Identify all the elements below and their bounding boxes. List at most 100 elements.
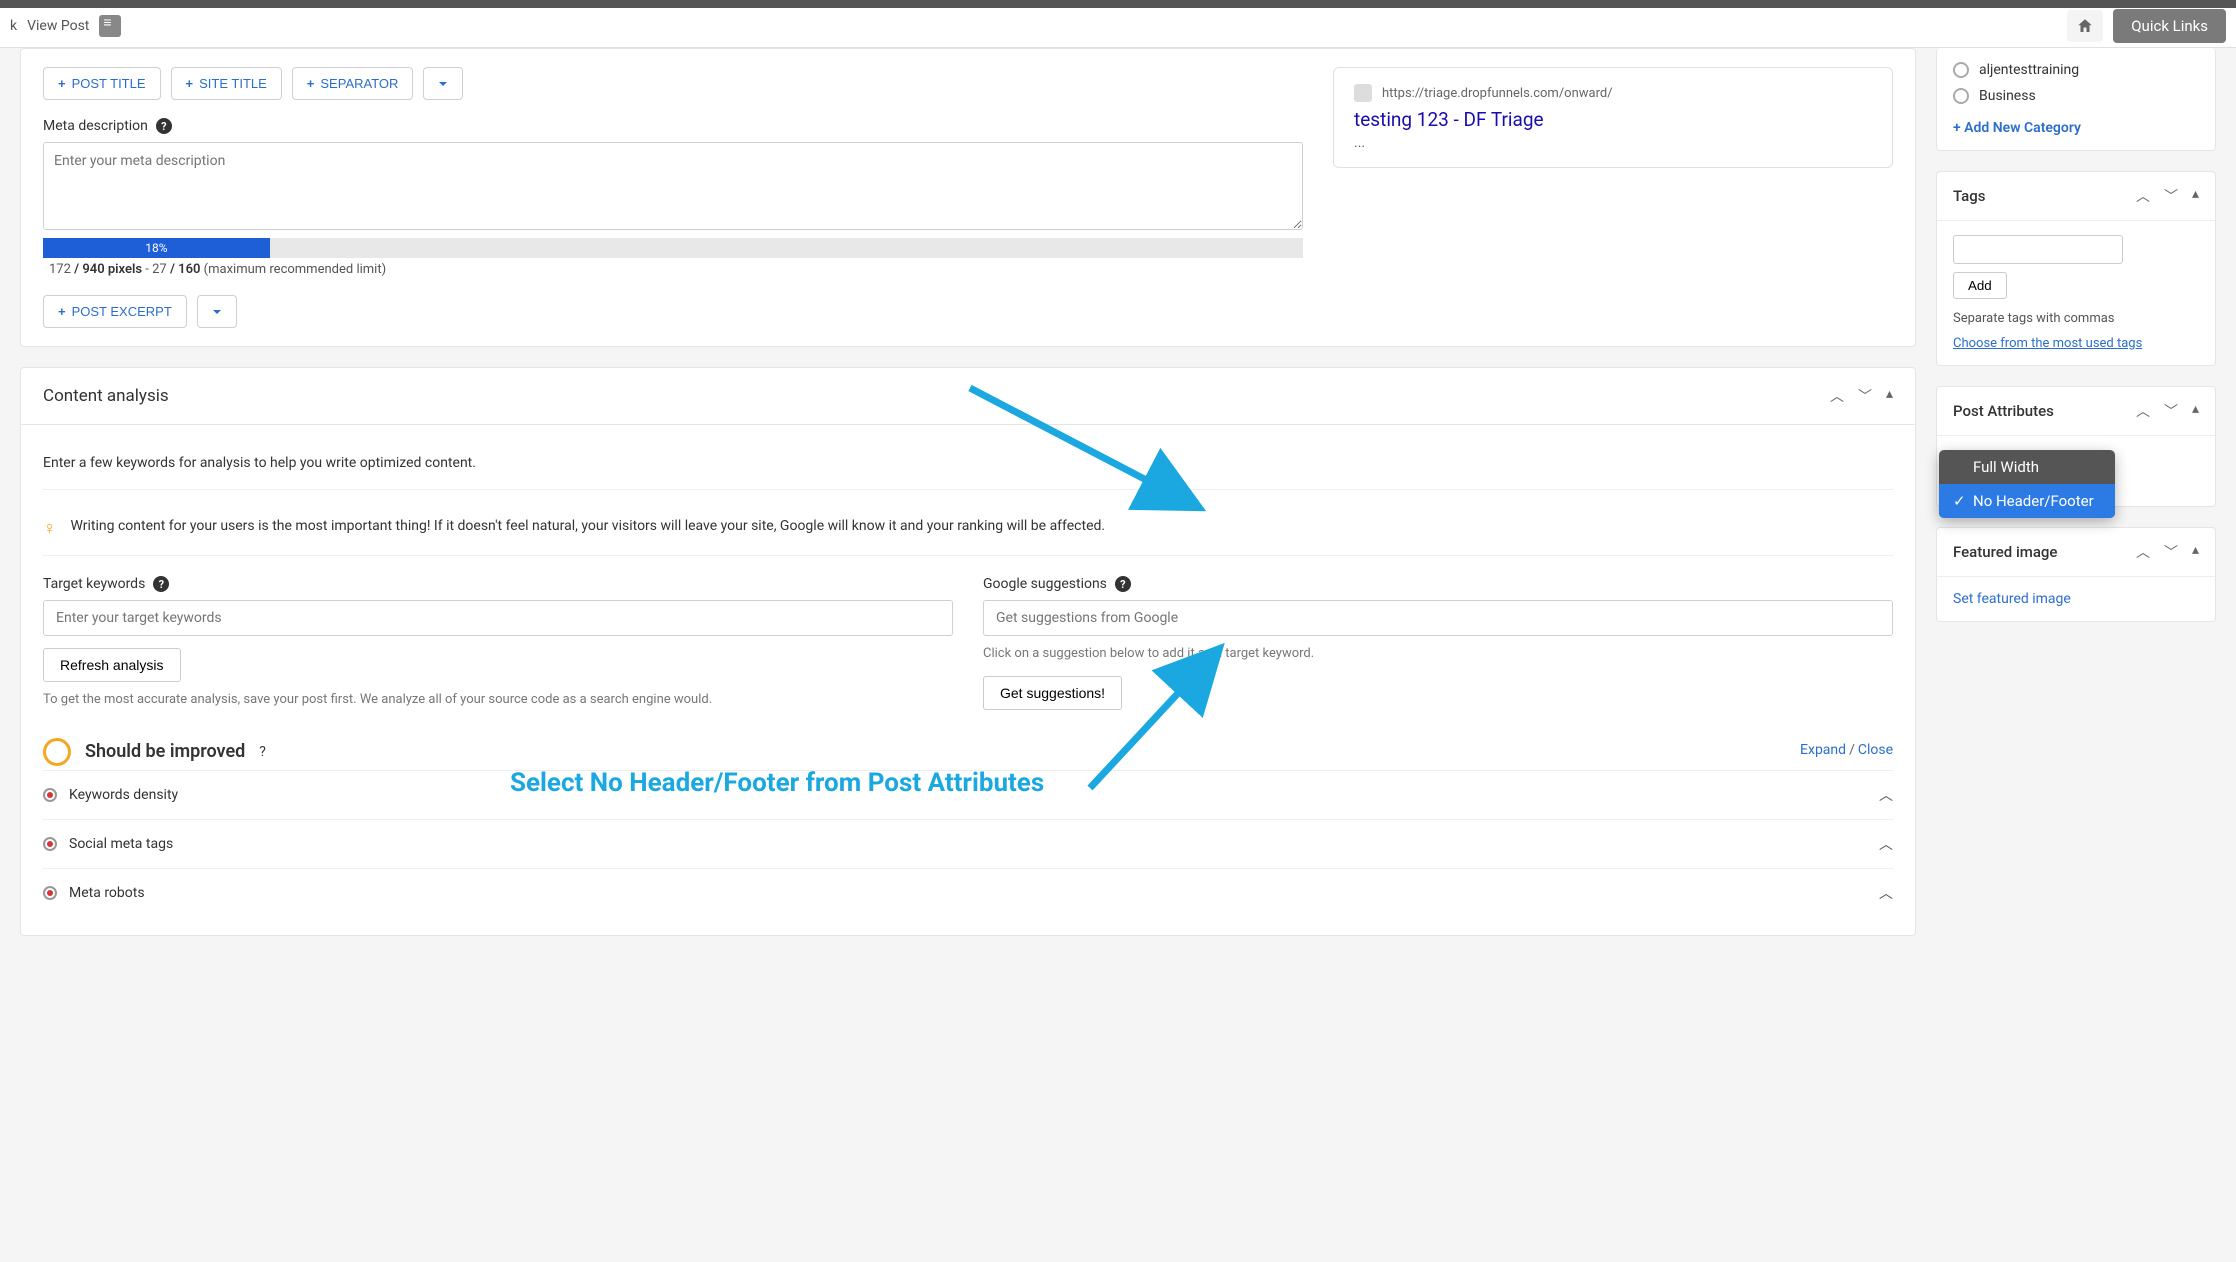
bulb-icon: ♀: [43, 518, 57, 539]
score-circle-icon: [43, 738, 71, 766]
chevron-down-icon: [211, 306, 223, 318]
panel-down-icon[interactable]: ﹀: [2164, 401, 2178, 421]
plus-icon: +: [58, 76, 66, 91]
site-title-button[interactable]: + SITE TITLE: [171, 67, 282, 100]
meta-desc-label-row: Meta description ?: [43, 118, 1303, 134]
expand-close-row: Expand/Close: [1800, 742, 1893, 758]
panel-down-icon[interactable]: ﹀: [2164, 186, 2178, 206]
google-help-text: Click on a suggestion below to add it as…: [983, 644, 1893, 664]
help-icon[interactable]: ?: [1115, 576, 1131, 592]
most-used-tags-link[interactable]: Choose from the most used tags: [1953, 336, 2199, 351]
separator-label: SEPARATOR: [320, 76, 398, 91]
post-title-button[interactable]: + POST TITLE: [43, 67, 161, 100]
chars-current: 27: [152, 262, 167, 277]
chevron-down-icon: [437, 78, 449, 90]
get-suggestions-button[interactable]: Get suggestions!: [983, 676, 1122, 710]
radio-icon: [1953, 62, 1969, 78]
plus-icon: +: [58, 304, 66, 319]
add-tag-button[interactable]: Add: [1953, 272, 2007, 299]
categories-panel: aljentesttraining Business + Add New Cat…: [1936, 48, 2216, 151]
check-icon: ✓: [1953, 492, 1967, 510]
panel-toggle-icon[interactable]: ▴: [2192, 401, 2199, 421]
snippet-preview: https://triage.dropfunnels.com/onward/ t…: [1333, 67, 1893, 168]
template-option-full-width[interactable]: Full Width: [1939, 450, 2115, 484]
check-label: Social meta tags: [69, 836, 173, 852]
favicon-icon: [1354, 84, 1372, 102]
title-variable-buttons: + POST TITLE + SITE TITLE + SEPARATOR: [43, 67, 1303, 100]
panel-up-icon[interactable]: ︿: [1830, 386, 1844, 406]
help-icon[interactable]: ?: [259, 744, 266, 760]
panel-toggle-icon[interactable]: ▴: [2192, 542, 2199, 562]
home-icon: [2076, 17, 2094, 35]
template-option-label: No Header/Footer: [1973, 492, 2094, 510]
set-featured-image-link[interactable]: Set featured image: [1953, 591, 2071, 607]
comments-icon[interactable]: [99, 15, 121, 37]
tags-panel: Tags ︿﹀▴ Add Separate tags with commas C…: [1936, 171, 2216, 366]
post-excerpt-button[interactable]: + POST EXCERPT: [43, 295, 187, 328]
template-dropdown-menu: Full Width ✓ No Header/Footer: [1939, 450, 2115, 518]
check-row-social-meta[interactable]: Social meta tags ︿: [43, 819, 1893, 868]
admin-toolbar: k View Post Quick Links: [0, 0, 2236, 48]
close-link[interactable]: Close: [1858, 742, 1893, 758]
target-keywords-input[interactable]: [43, 600, 953, 636]
more-variables-button[interactable]: [423, 67, 463, 100]
google-suggestions-label: Google suggestions: [983, 576, 1107, 592]
post-excerpt-label: POST EXCERPT: [72, 304, 172, 319]
panel-down-icon[interactable]: ﹀: [2164, 542, 2178, 562]
snippet-url: https://triage.dropfunnels.com/onward/: [1382, 86, 1613, 101]
more-excerpt-button[interactable]: [197, 295, 237, 328]
improve-title: Should be improved: [85, 741, 245, 762]
post-attributes-panel: Post Attributes ︿﹀▴ Full Width ✓No Heade…: [1936, 386, 2216, 507]
category-option[interactable]: Business: [1953, 88, 2199, 104]
meta-progress-fill: 18%: [43, 238, 270, 258]
featured-image-header: Featured image: [1953, 543, 2057, 561]
plus-icon: +: [307, 76, 315, 91]
panel-toggle-icon[interactable]: ▴: [2192, 186, 2199, 206]
panel-toggle-icon[interactable]: ▴: [1886, 386, 1893, 406]
panel-up-icon[interactable]: ︿: [2136, 186, 2150, 206]
google-suggestions-input[interactable]: [983, 600, 1893, 636]
improve-header: Should be improved ?: [43, 738, 266, 766]
content-analysis-header: Content analysis ︿ ﹀ ▴: [21, 368, 1915, 425]
help-icon[interactable]: ?: [156, 118, 172, 134]
status-dot-icon: [43, 788, 57, 802]
help-icon[interactable]: ?: [153, 576, 169, 592]
radio-icon: [1953, 88, 1969, 104]
panel-up-icon[interactable]: ︿: [2136, 401, 2150, 421]
page-content: + POST TITLE + SITE TITLE + SEPARATOR Meta …: [0, 48, 2236, 996]
sidebar-column: aljentesttraining Business + Add New Cat…: [1936, 48, 2216, 956]
refresh-analysis-button[interactable]: Refresh analysis: [43, 648, 181, 682]
panel-down-icon[interactable]: ﹀: [1858, 386, 1872, 406]
target-keywords-label: Target keywords: [43, 576, 145, 592]
snippet-title: testing 123 - DF Triage: [1354, 108, 1872, 131]
site-title-label: SITE TITLE: [199, 76, 267, 91]
expand-link[interactable]: Expand: [1800, 742, 1846, 758]
category-label: aljentesttraining: [1979, 62, 2079, 78]
check-row-keywords-density[interactable]: Keywords density ︿: [43, 770, 1893, 819]
plus-icon: +: [186, 76, 194, 91]
panel-up-icon[interactable]: ︿: [2136, 542, 2150, 562]
category-option[interactable]: aljentesttraining: [1953, 62, 2199, 78]
template-option-no-header-footer[interactable]: ✓ No Header/Footer: [1939, 484, 2115, 518]
analysis-tip-text: Writing content for your users is the mo…: [71, 518, 1106, 534]
quick-links-button[interactable]: Quick Links: [2113, 9, 2226, 43]
post-title-label: POST TITLE: [72, 76, 146, 91]
status-dot-icon: [43, 837, 57, 851]
template-option-label: Full Width: [1973, 458, 2039, 476]
view-post-link[interactable]: View Post: [27, 18, 89, 34]
home-button[interactable]: [2067, 10, 2103, 42]
chevron-up-icon[interactable]: ︿: [1879, 883, 1893, 903]
meta-progress-bar: 18%: [43, 238, 1303, 258]
tag-input[interactable]: [1953, 235, 2123, 264]
refresh-help-text: To get the most accurate analysis, save …: [43, 690, 953, 710]
featured-image-panel: Featured image ︿ ﹀ ▴ Set featured image: [1936, 527, 2216, 622]
analysis-intro: Enter a few keywords for analysis to hel…: [43, 443, 1893, 490]
add-category-link[interactable]: + Add New Category: [1953, 120, 2081, 136]
check-label: Meta robots: [69, 885, 145, 901]
separator-button[interactable]: + SEPARATOR: [292, 67, 414, 100]
pixels-current: 172: [49, 262, 71, 277]
check-row-meta-robots[interactable]: Meta robots ︿: [43, 868, 1893, 917]
chevron-up-icon[interactable]: ︿: [1879, 785, 1893, 805]
meta-description-input[interactable]: [43, 142, 1303, 230]
chevron-up-icon[interactable]: ︿: [1879, 834, 1893, 854]
